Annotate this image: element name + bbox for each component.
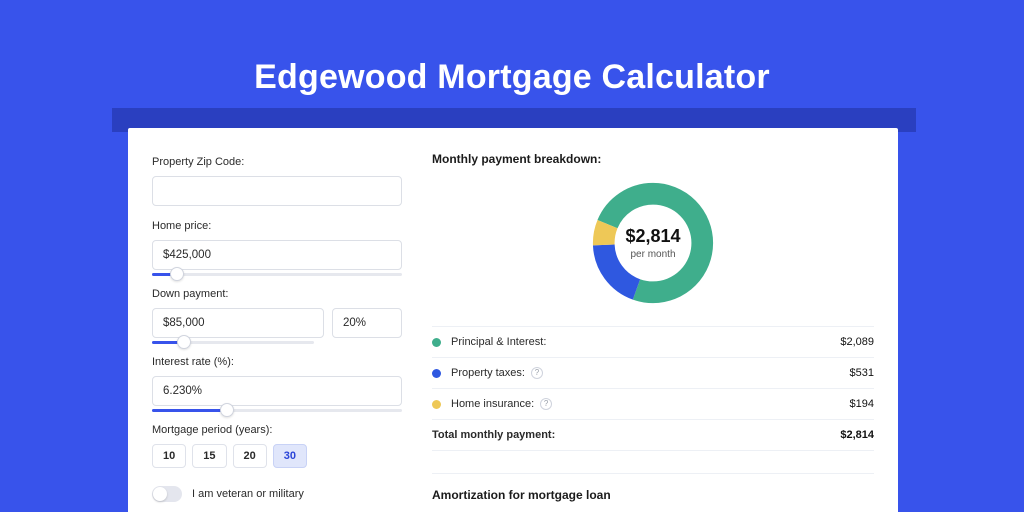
zip-input[interactable] [152, 176, 402, 206]
down-payment-label: Down payment: [152, 288, 402, 300]
down-payment-slider[interactable] [152, 336, 314, 348]
interest-rate-input[interactable] [152, 376, 402, 406]
interest-rate-label: Interest rate (%): [152, 356, 402, 368]
period-option-30[interactable]: 30 [273, 444, 307, 468]
legend-total-value: $2,814 [840, 429, 874, 441]
down-payment-input[interactable] [152, 308, 324, 338]
legend-dot-icon [432, 369, 441, 378]
period-option-15[interactable]: 15 [192, 444, 226, 468]
legend-value: $531 [850, 367, 874, 379]
breakdown-title: Monthly payment breakdown: [432, 152, 874, 166]
home-price-slider[interactable] [152, 268, 402, 280]
amortization-title: Amortization for mortgage loan [432, 488, 874, 502]
breakdown-column: Monthly payment breakdown: $2,814 per mo… [426, 152, 874, 512]
breakdown-legend: Principal & Interest: $2,089 Property taxe… [432, 326, 874, 451]
down-payment-percent-input[interactable] [332, 308, 402, 338]
period-option-10[interactable]: 10 [152, 444, 186, 468]
home-price-input[interactable] [152, 240, 402, 270]
legend-dot-icon [432, 338, 441, 347]
mortgage-period-label: Mortgage period (years): [152, 424, 402, 436]
legend-total-label: Total monthly payment: [432, 429, 555, 441]
zip-label: Property Zip Code: [152, 156, 402, 168]
payment-donut-chart: $2,814 per month [588, 178, 718, 308]
legend-row-2: Home insurance:? $194 [432, 389, 874, 420]
legend-value: $194 [850, 398, 874, 410]
legend-dot-icon [432, 400, 441, 409]
mortgage-period-group: 1015 2030 [152, 444, 402, 468]
info-icon[interactable]: ? [531, 367, 543, 379]
interest-rate-slider[interactable] [152, 404, 402, 416]
legend-value: $2,089 [840, 336, 874, 348]
donut-center-amount: $2,814 [625, 226, 680, 247]
calculator-card: Property Zip Code: Home price: Down paym… [128, 128, 898, 512]
legend-label: Principal & Interest: [451, 336, 546, 348]
legend-label: Home insurance: [451, 398, 534, 410]
form-column: Property Zip Code: Home price: Down paym… [152, 152, 402, 512]
veteran-toggle[interactable] [152, 486, 182, 502]
home-price-label: Home price: [152, 220, 402, 232]
veteran-toggle-label: I am veteran or military [192, 488, 304, 500]
legend-row-1: Property taxes:? $531 [432, 358, 874, 389]
legend-row-0: Principal & Interest: $2,089 [432, 327, 874, 358]
period-option-20[interactable]: 20 [233, 444, 267, 468]
legend-label: Property taxes: [451, 367, 525, 379]
donut-center-sublabel: per month [630, 249, 675, 260]
amortization-section: Amortization for mortgage loan Amortizat… [432, 473, 874, 512]
legend-row-total: Total monthly payment: $2,814 [432, 420, 874, 451]
info-icon[interactable]: ? [540, 398, 552, 410]
page-title: Edgewood Mortgage Calculator [0, 58, 1024, 97]
